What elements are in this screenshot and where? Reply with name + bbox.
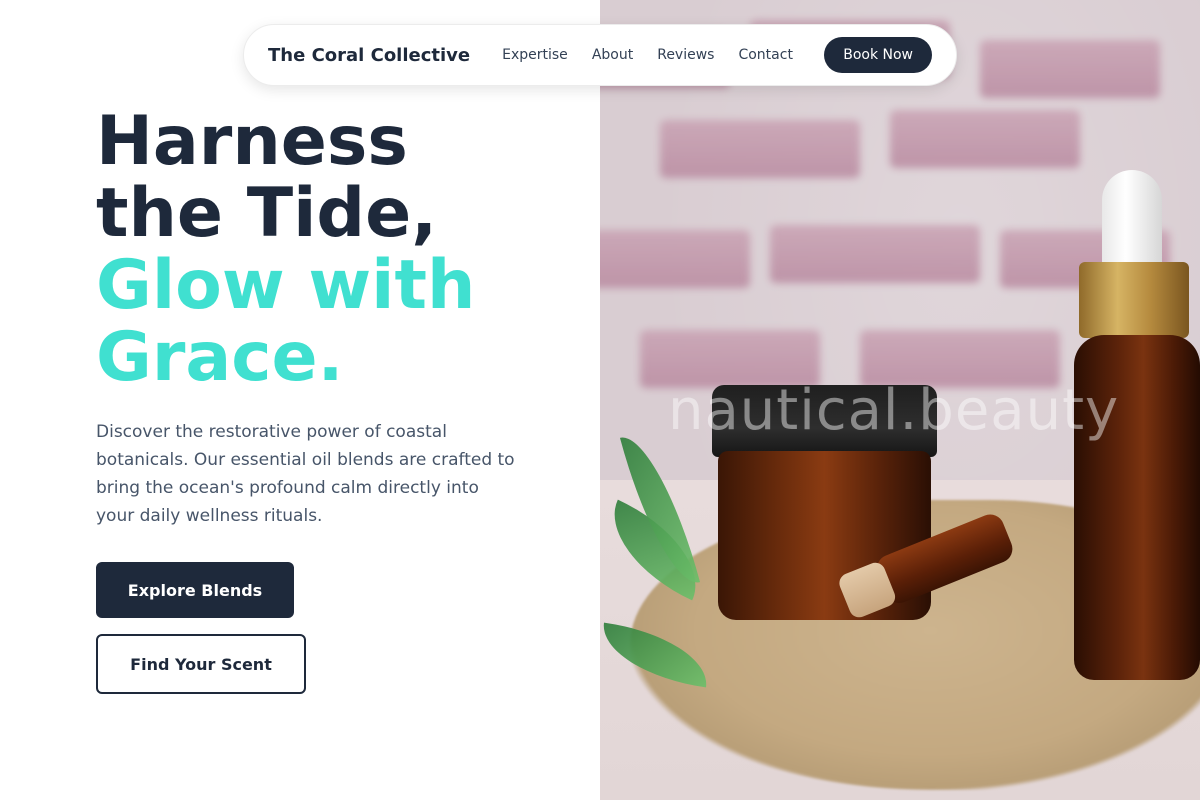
hero-title-accent-line-2: Grace.	[96, 318, 344, 397]
hero-title-line-2: the Tide,	[96, 174, 438, 253]
brick	[660, 120, 860, 178]
nav-links: Expertise About Reviews Contact	[502, 47, 793, 63]
dropper-collar	[1079, 262, 1189, 338]
top-navbar: The Coral Collective Expertise About Rev…	[243, 24, 957, 86]
nav-link-contact[interactable]: Contact	[738, 47, 792, 63]
image-watermark: nautical.beauty	[668, 378, 1120, 443]
nav-link-expertise[interactable]: Expertise	[502, 47, 568, 63]
hero-title: Harness the Tide, Glow with Grace.	[96, 106, 596, 394]
hero-title-line-1: Harness	[96, 102, 408, 181]
brick	[890, 110, 1080, 168]
brand-logo[interactable]: The Coral Collective	[268, 45, 470, 66]
nav-link-about[interactable]: About	[592, 47, 633, 63]
hero-product-photo: nautical.beauty	[600, 0, 1200, 800]
nav-link-reviews[interactable]: Reviews	[657, 47, 714, 63]
brick	[980, 40, 1160, 98]
find-your-scent-button[interactable]: Find Your Scent	[96, 634, 306, 694]
brick	[770, 225, 980, 283]
book-now-button[interactable]: Book Now	[824, 37, 932, 73]
brick	[600, 230, 750, 288]
hero-title-accent-line-1: Glow with	[96, 246, 476, 325]
hero-description: Discover the restorative power of coasta…	[96, 422, 515, 526]
dropper-bulb	[1102, 170, 1162, 270]
explore-blends-button[interactable]: Explore Blends	[96, 562, 294, 618]
